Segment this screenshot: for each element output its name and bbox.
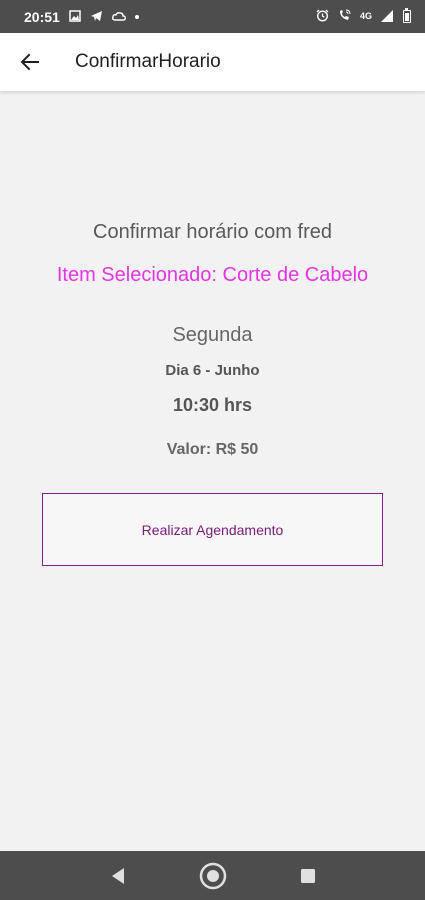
battery-icon: [403, 8, 411, 23]
date-label: Dia 6 - Junho: [165, 362, 260, 379]
page-title: ConfirmarHorario: [75, 51, 221, 72]
arrow-left-icon: [20, 53, 39, 71]
weekday-label: Segunda: [172, 324, 253, 346]
telegram-icon: [90, 10, 103, 24]
status-left: 20:51: [24, 9, 139, 25]
wifi-call-icon: [338, 9, 351, 24]
triangle-back-icon: [111, 867, 124, 884]
confirm-title: Confirmar horário com fred: [93, 221, 332, 243]
status-time: 20:51: [24, 8, 60, 25]
square-recents-icon: [300, 868, 315, 883]
back-button[interactable]: [0, 33, 60, 91]
selected-item-label: Item Selecionado: Corte de Cabelo: [56, 264, 369, 286]
nav-back-button[interactable]: [98, 856, 138, 896]
navigation-bar: [0, 851, 425, 900]
schedule-button-label: Realizar Agendamento: [141, 521, 284, 538]
price-label: Valor: R$ 50: [166, 441, 259, 458]
schedule-button[interactable]: Realizar Agendamento: [42, 493, 383, 566]
signal-icon: [381, 9, 394, 24]
circle-home-icon: [199, 862, 226, 889]
alarm-icon: [316, 9, 329, 24]
app-bar: ConfirmarHorario: [0, 33, 425, 91]
gallery-icon: [69, 9, 81, 24]
network-type-label: 4G: [359, 11, 372, 21]
screen: 20:51 4G ConfirmarHorario Confirmar horá…: [0, 0, 425, 900]
dot-icon: [134, 14, 139, 19]
time-label: 10:30 hrs: [172, 395, 253, 415]
nav-recents-button[interactable]: [288, 856, 328, 896]
status-right: 4G: [316, 8, 411, 24]
status-bar: 20:51 4G: [0, 0, 425, 33]
nav-home-button[interactable]: [193, 856, 233, 896]
confirmation-content: Confirmar horário com fred Item Selecion…: [0, 91, 425, 851]
cloud-icon: [111, 11, 126, 23]
